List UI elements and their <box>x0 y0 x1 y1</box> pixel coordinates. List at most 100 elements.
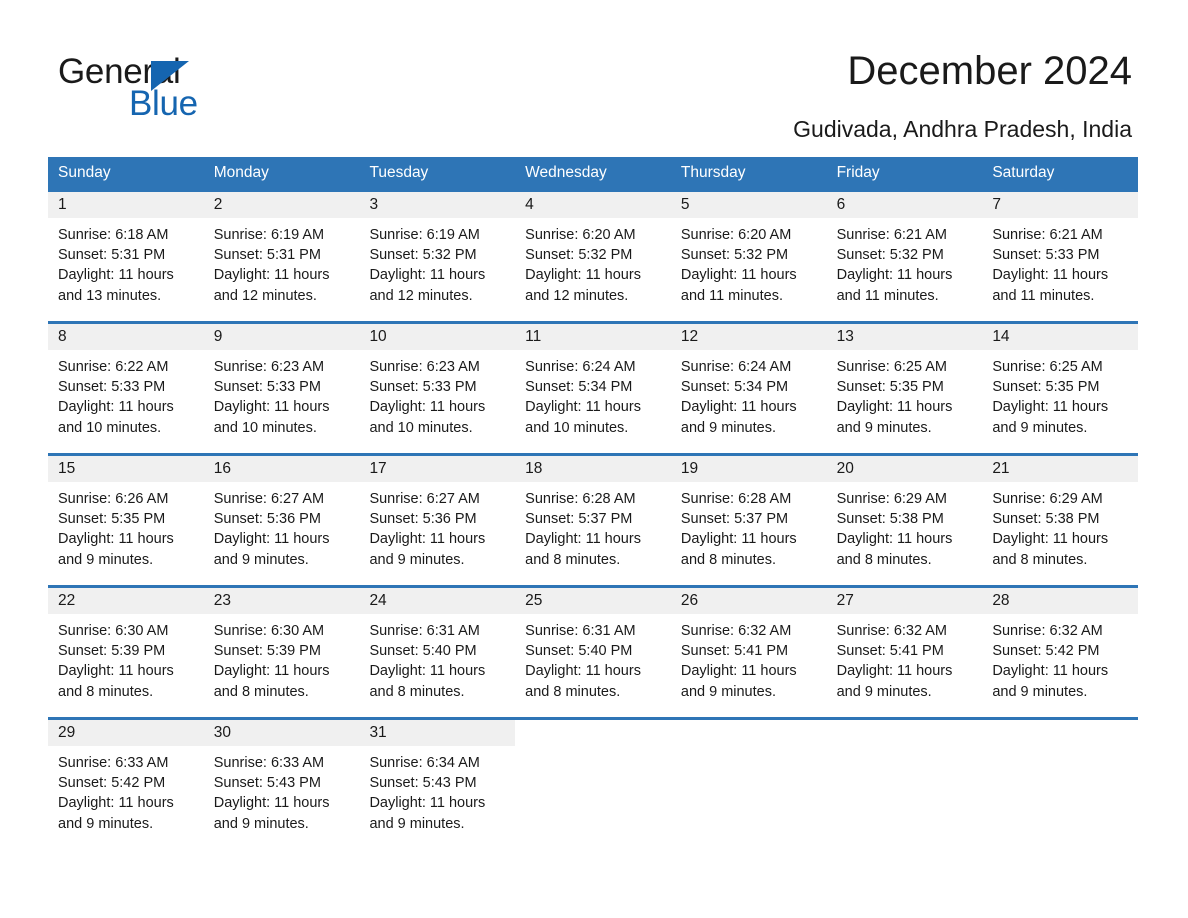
day-number[interactable]: 16 <box>204 456 360 482</box>
sunrise-text: Sunrise: 6:31 AM <box>525 623 636 639</box>
day-number[interactable]: 11 <box>515 324 671 350</box>
day-cell[interactable]: Sunrise: 6:29 AM Sunset: 5:38 PM Dayligh… <box>827 482 983 570</box>
sunrise-text: Sunrise: 6:32 AM <box>680 623 792 639</box>
daylight-text-line1: Daylight: 11 hours <box>525 399 641 416</box>
daylight-text-line2: and 9 minutes. <box>213 551 309 568</box>
day-number[interactable]: 17 <box>359 456 515 482</box>
day-cell[interactable]: Sunrise: 6:21 AM Sunset: 5:33 PM Dayligh… <box>982 218 1138 306</box>
day-cell[interactable]: Sunrise: 6:20 AM Sunset: 5:32 PM Dayligh… <box>515 218 671 306</box>
day-cell[interactable]: Sunrise: 6:33 AM Sunset: 5:43 PM Dayligh… <box>204 746 360 834</box>
sunset-text: Sunset: 5:40 PM <box>369 643 477 660</box>
daylight-text-line2: and 12 minutes. <box>213 287 317 304</box>
day-number[interactable]: 27 <box>827 588 983 614</box>
day-number[interactable]: 2 <box>204 192 360 218</box>
day-number[interactable]: 23 <box>204 588 360 614</box>
day-cell[interactable]: Sunrise: 6:30 AM Sunset: 5:39 PM Dayligh… <box>48 614 204 702</box>
week-date-band: 1 2 3 4 5 6 7 <box>48 192 1138 218</box>
day-cell[interactable]: Sunrise: 6:23 AM Sunset: 5:33 PM Dayligh… <box>204 350 360 438</box>
day-number[interactable]: 18 <box>515 456 671 482</box>
day-number[interactable]: 6 <box>827 192 983 218</box>
day-cell[interactable]: Sunrise: 6:34 AM Sunset: 5:43 PM Dayligh… <box>359 746 515 834</box>
daylight-text-line1: Daylight: 11 hours <box>58 663 174 680</box>
day-number[interactable]: 31 <box>359 720 515 746</box>
day-number-empty <box>826 720 983 746</box>
daylight-text-line1: Daylight: 11 hours <box>680 663 797 680</box>
day-cell[interactable]: Sunrise: 6:30 AM Sunset: 5:39 PM Dayligh… <box>204 614 360 702</box>
day-cell[interactable]: Sunrise: 6:21 AM Sunset: 5:32 PM Dayligh… <box>827 218 983 306</box>
day-cell[interactable]: Sunrise: 6:24 AM Sunset: 5:34 PM Dayligh… <box>671 350 827 438</box>
day-number[interactable]: 12 <box>671 324 827 350</box>
day-number[interactable]: 15 <box>48 456 204 482</box>
day-cell[interactable]: Sunrise: 6:27 AM Sunset: 5:36 PM Dayligh… <box>204 482 360 570</box>
day-cell[interactable]: Sunrise: 6:32 AM Sunset: 5:41 PM Dayligh… <box>827 614 983 702</box>
day-number[interactable]: 4 <box>515 192 671 218</box>
day-number[interactable]: 13 <box>827 324 983 350</box>
sunset-text: Sunset: 5:39 PM <box>58 643 166 660</box>
daylight-text-line1: Daylight: 11 hours <box>992 531 1109 548</box>
daylight-text-line1: Daylight: 11 hours <box>369 663 486 680</box>
day-cell[interactable]: Sunrise: 6:26 AM Sunset: 5:35 PM Dayligh… <box>48 482 204 570</box>
daylight-text-line1: Daylight: 11 hours <box>680 531 797 548</box>
day-number[interactable]: 1 <box>48 192 204 218</box>
day-cell[interactable]: Sunrise: 6:32 AM Sunset: 5:41 PM Dayligh… <box>671 614 827 702</box>
day-number[interactable]: 25 <box>515 588 671 614</box>
day-cell[interactable]: Sunrise: 6:19 AM Sunset: 5:31 PM Dayligh… <box>204 218 360 306</box>
day-cell[interactable]: Sunrise: 6:29 AM Sunset: 5:38 PM Dayligh… <box>982 482 1138 570</box>
day-cell[interactable]: Sunrise: 6:31 AM Sunset: 5:40 PM Dayligh… <box>359 614 515 702</box>
day-number[interactable]: 22 <box>48 588 204 614</box>
day-cell[interactable]: Sunrise: 6:24 AM Sunset: 5:34 PM Dayligh… <box>515 350 671 438</box>
sunrise-text: Sunrise: 6:24 AM <box>525 359 636 375</box>
sunset-text: Sunset: 5:34 PM <box>525 379 633 396</box>
day-number[interactable]: 21 <box>982 456 1138 482</box>
day-cell[interactable]: Sunrise: 6:18 AM Sunset: 5:31 PM Dayligh… <box>48 218 204 306</box>
sunrise-text: Sunrise: 6:29 AM <box>836 491 948 507</box>
sunrise-text: Sunrise: 6:24 AM <box>680 359 792 375</box>
day-cell[interactable]: Sunrise: 6:27 AM Sunset: 5:36 PM Dayligh… <box>359 482 515 570</box>
day-cell[interactable]: Sunrise: 6:25 AM Sunset: 5:35 PM Dayligh… <box>827 350 983 438</box>
day-cell[interactable]: Sunrise: 6:31 AM Sunset: 5:40 PM Dayligh… <box>515 614 671 702</box>
day-number[interactable]: 29 <box>48 720 204 746</box>
daylight-text-line1: Daylight: 11 hours <box>58 531 174 548</box>
day-number[interactable]: 19 <box>671 456 827 482</box>
week-date-band: 22 23 24 25 26 27 28 <box>48 588 1138 614</box>
sunset-text: Sunset: 5:41 PM <box>836 643 944 660</box>
day-cell[interactable]: Sunrise: 6:20 AM Sunset: 5:32 PM Dayligh… <box>671 218 827 306</box>
day-number[interactable]: 7 <box>982 192 1138 218</box>
daylight-text-line2: and 9 minutes. <box>680 419 776 436</box>
day-number[interactable]: 30 <box>204 720 360 746</box>
day-cell[interactable]: Sunrise: 6:22 AM Sunset: 5:33 PM Dayligh… <box>48 350 204 438</box>
day-number[interactable]: 3 <box>359 192 515 218</box>
daylight-text-line2: and 9 minutes. <box>369 815 465 832</box>
day-number[interactable]: 9 <box>204 324 360 350</box>
sunrise-text: Sunrise: 6:33 AM <box>213 755 325 771</box>
daylight-text-line1: Daylight: 11 hours <box>992 267 1109 284</box>
day-number[interactable]: 28 <box>982 588 1138 614</box>
day-cell[interactable]: Sunrise: 6:33 AM Sunset: 5:42 PM Dayligh… <box>48 746 204 834</box>
day-cell[interactable]: Sunrise: 6:32 AM Sunset: 5:42 PM Dayligh… <box>982 614 1138 702</box>
page-title: December 2024 <box>847 49 1132 93</box>
day-number[interactable]: 10 <box>359 324 515 350</box>
sunset-text: Sunset: 5:42 PM <box>992 643 1100 660</box>
daylight-text-line1: Daylight: 11 hours <box>836 267 953 284</box>
day-cell[interactable]: Sunrise: 6:19 AM Sunset: 5:32 PM Dayligh… <box>359 218 515 306</box>
weekday-header-thursday: Thursday <box>680 164 746 181</box>
day-cell[interactable]: Sunrise: 6:23 AM Sunset: 5:33 PM Dayligh… <box>359 350 515 438</box>
day-number[interactable]: 20 <box>827 456 983 482</box>
week-date-band: 29 30 31 <box>48 720 1139 746</box>
day-number[interactable]: 8 <box>48 324 204 350</box>
daylight-text-line1: Daylight: 11 hours <box>525 663 641 680</box>
day-number[interactable]: 14 <box>982 324 1138 350</box>
daylight-text-line1: Daylight: 11 hours <box>58 795 174 812</box>
day-cell[interactable]: Sunrise: 6:28 AM Sunset: 5:37 PM Dayligh… <box>515 482 671 570</box>
sunrise-text: Sunrise: 6:20 AM <box>525 227 636 243</box>
day-cell[interactable]: Sunrise: 6:25 AM Sunset: 5:35 PM Dayligh… <box>982 350 1138 438</box>
day-cell[interactable]: Sunrise: 6:28 AM Sunset: 5:37 PM Dayligh… <box>671 482 827 570</box>
day-number[interactable]: 5 <box>671 192 827 218</box>
daylight-text-line1: Daylight: 11 hours <box>369 795 486 812</box>
day-number[interactable]: 24 <box>359 588 515 614</box>
daylight-text-line1: Daylight: 11 hours <box>369 399 486 416</box>
daylight-text-line1: Daylight: 11 hours <box>836 531 953 548</box>
day-number[interactable]: 26 <box>671 588 827 614</box>
sunset-text: Sunset: 5:32 PM <box>836 247 944 264</box>
sunrise-text: Sunrise: 6:23 AM <box>369 359 480 375</box>
